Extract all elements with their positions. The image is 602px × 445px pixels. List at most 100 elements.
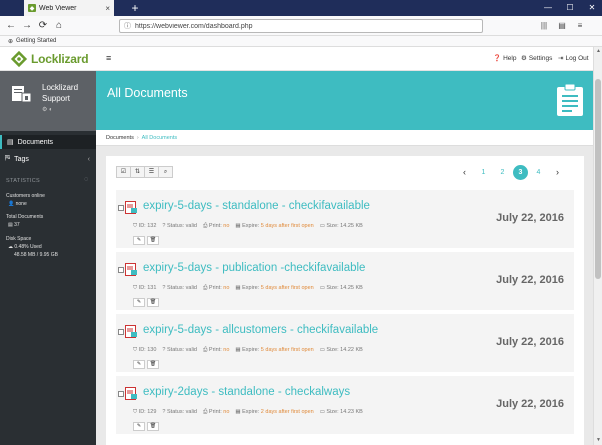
edit-button[interactable]: ✎ xyxy=(133,298,145,307)
prev-page-icon[interactable]: ‹ xyxy=(456,164,473,181)
documents-icon: ▤ xyxy=(7,139,14,146)
total-docs-count: 37 xyxy=(14,222,20,228)
pdf-lock-icon xyxy=(125,201,137,214)
document-row[interactable]: expiry-5-days - allcustomers - checkifav… xyxy=(116,314,574,372)
help-label: Help xyxy=(503,54,517,62)
new-tab-button[interactable]: + xyxy=(128,1,142,15)
print-label: Print: xyxy=(208,409,222,415)
scroll-up-icon[interactable]: ▲ xyxy=(594,47,602,55)
id-value: ID: 129 xyxy=(138,409,157,415)
reload-icon[interactable]: ⟳ xyxy=(36,19,50,33)
total-docs-value: ▤ 37 xyxy=(8,222,20,228)
page-1[interactable]: 1 xyxy=(475,164,492,181)
expire-value: 5 days after first open xyxy=(260,347,314,353)
page-scrollbar[interactable]: ▲ ▼ xyxy=(593,47,602,445)
document-expire: ▦ Expire: 2 days after first open xyxy=(235,409,313,416)
edit-button[interactable]: ✎ xyxy=(133,422,145,431)
document-print: ⎙ Print: no xyxy=(203,409,229,416)
settings-label: Settings xyxy=(528,54,553,62)
print-value: no xyxy=(223,347,230,353)
maximize-icon[interactable]: ☐ xyxy=(560,0,580,16)
disk-used: ☁ 0.48% Used xyxy=(8,244,42,250)
calendar-icon: ▦ xyxy=(235,347,241,353)
browser-tab[interactable]: ◆ Web Viewer × xyxy=(24,0,114,16)
size-value: Size: 14.23 KB xyxy=(326,409,363,415)
document-title[interactable]: expiry-2days - standalone - checkalways xyxy=(143,386,350,398)
document-checkbox[interactable] xyxy=(118,267,124,273)
refresh-icon[interactable]: ◌ xyxy=(84,176,88,183)
document-checkbox[interactable] xyxy=(118,391,124,397)
hamburger-menu-icon[interactable]: ≡ xyxy=(106,53,111,63)
profile-panel: Locklizard Support ⚙ ◐ xyxy=(0,71,96,131)
printer-icon: ⎙ xyxy=(202,223,208,229)
document-title[interactable]: expiry-5-days - allcustomers - checkifav… xyxy=(143,324,378,336)
logout-icon: ⇥ xyxy=(558,55,564,62)
close-window-icon[interactable]: ✕ xyxy=(582,0,602,16)
minimize-icon[interactable]: — xyxy=(538,0,558,16)
question-icon: ? xyxy=(162,223,166,229)
edit-button[interactable]: ✎ xyxy=(133,360,145,369)
info-icon[interactable]: ⓘ xyxy=(124,21,131,31)
document-status: ? Status: valid xyxy=(162,347,197,354)
home-icon[interactable]: ⌂ xyxy=(52,19,66,33)
breadcrumb-documents[interactable]: Documents xyxy=(106,135,134,141)
back-icon[interactable]: ← xyxy=(4,19,18,33)
size-value: Size: 14.25 KB xyxy=(326,285,363,291)
document-title[interactable]: expiry-5-days - standalone - checkifavai… xyxy=(143,200,370,212)
tab-close-icon[interactable]: × xyxy=(105,4,110,13)
scroll-down-icon[interactable]: ▼ xyxy=(594,436,602,444)
document-checkbox[interactable] xyxy=(118,205,124,211)
document-meta: ⛉ ID: 131 ? Status: valid ⎙ Print: no ▦ … xyxy=(133,285,363,292)
next-page-icon[interactable]: › xyxy=(549,164,566,181)
app-header: Locklizard ≡ ❓ Help ⚙ Settings ⇥ Log Out xyxy=(0,47,593,71)
status-label: Status: xyxy=(167,285,185,291)
document-title[interactable]: expiry-5-days - publication -checkifavai… xyxy=(143,262,365,274)
address-bar[interactable]: ⓘ xyxy=(119,19,483,33)
sort-button[interactable]: ⇅ xyxy=(130,166,145,178)
status-value: valid xyxy=(185,285,197,291)
document-row[interactable]: expiry-5-days - publication -checkifavai… xyxy=(116,252,574,310)
id-value: ID: 132 xyxy=(138,223,157,229)
scroll-thumb[interactable] xyxy=(595,79,601,279)
settings-link[interactable]: ⚙ Settings xyxy=(521,54,553,63)
calendar-icon: ▦ xyxy=(235,285,241,291)
delete-button[interactable]: 🗑 xyxy=(147,298,159,307)
select-all-button[interactable]: ☑ xyxy=(116,166,131,178)
sidebar-toggle-icon[interactable]: ▤ xyxy=(555,19,569,33)
profile-settings-icon[interactable]: ⚙ ◐ xyxy=(42,106,53,113)
document-id: ⛉ ID: 130 xyxy=(133,347,156,354)
document-checkbox[interactable] xyxy=(118,329,124,335)
status-label: Status: xyxy=(167,223,185,229)
logout-link[interactable]: ⇥ Log Out xyxy=(558,54,589,63)
library-icon[interactable]: ||| xyxy=(537,19,551,33)
document-row[interactable]: expiry-5-days - standalone - checkifavai… xyxy=(116,190,574,248)
locklizard-logo[interactable]: Locklizard xyxy=(10,50,89,68)
list-view-button[interactable]: ☰ xyxy=(144,166,159,178)
page-3[interactable]: 3 xyxy=(513,165,528,180)
delete-button[interactable]: 🗑 xyxy=(147,360,159,369)
question-icon: ? xyxy=(162,409,166,415)
delete-button[interactable]: 🗑 xyxy=(147,422,159,431)
document-date: July 22, 2016 xyxy=(496,212,564,224)
page-4[interactable]: 4 xyxy=(530,164,547,181)
profile-documents-icon xyxy=(12,86,32,103)
document-row[interactable]: expiry-2days - standalone - checkalways … xyxy=(116,376,574,434)
menu-icon[interactable]: ≡ xyxy=(573,19,587,33)
document-date: July 22, 2016 xyxy=(496,336,564,348)
delete-button[interactable]: 🗑 xyxy=(147,236,159,245)
sidebar-item-documents[interactable]: ▤ Documents xyxy=(0,135,96,149)
document-date: July 22, 2016 xyxy=(496,274,564,286)
document-size: ▭ Size: 14.23 KB xyxy=(320,409,363,416)
document-expire: ▦ Expire: 5 days after first open xyxy=(235,347,313,354)
search-button[interactable]: ⌕ xyxy=(158,166,173,178)
forward-icon[interactable]: → xyxy=(20,19,34,33)
page-2[interactable]: 2 xyxy=(494,164,511,181)
bookmark-getting-started[interactable]: Getting Started xyxy=(16,38,56,44)
sidebar-item-tags[interactable]: ⛿ Tags ‹ xyxy=(0,152,96,166)
edit-button[interactable]: ✎ xyxy=(133,236,145,245)
sidebar: Locklizard Support ⚙ ◐ ▤ Documents ⛿ Tag… xyxy=(0,71,96,445)
help-link[interactable]: ❓ Help xyxy=(493,54,517,63)
clipboard-icon xyxy=(557,83,583,116)
sidebar-item-label: Tags xyxy=(14,155,29,163)
url-input[interactable] xyxy=(135,22,478,30)
